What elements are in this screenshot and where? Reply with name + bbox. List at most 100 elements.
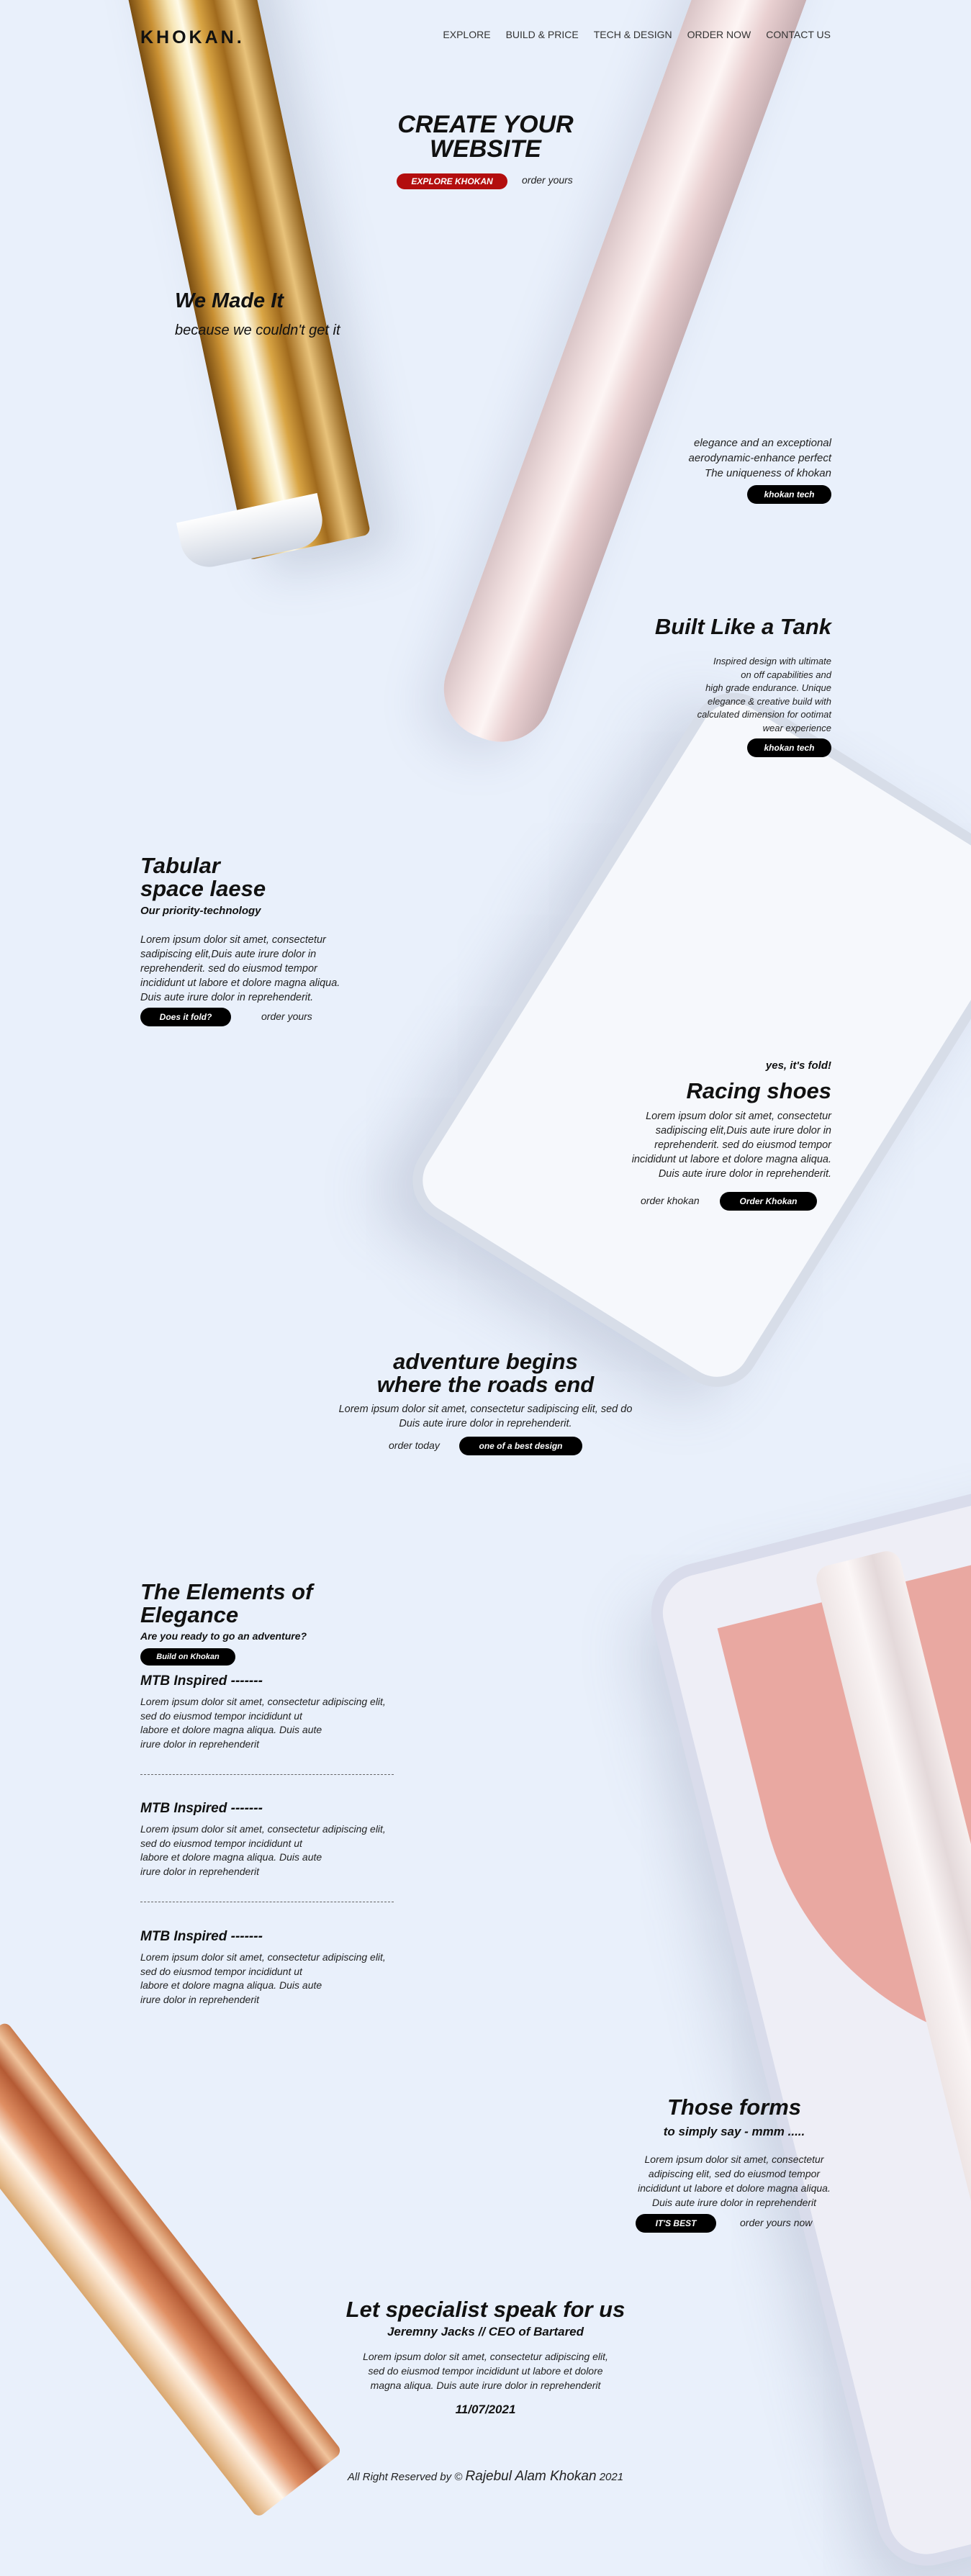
tank-title: Built Like a Tank	[654, 614, 831, 639]
tank-line: Inspired design with ultimate	[713, 656, 831, 666]
made-subtitle: because we couldn't get it	[175, 322, 340, 338]
explore-khokan-button[interactable]: EXPLORE KHOKAN	[397, 173, 507, 189]
elegance-line: The uniqueness of khokan	[705, 467, 831, 479]
mtb-line: sed do eiusmod tempor incididunt ut	[140, 1709, 302, 1722]
nav-item-build-price[interactable]: BUILD & PRICE	[506, 29, 579, 40]
tabular-title-line2: space laese	[140, 876, 266, 901]
nav-item-explore[interactable]: EXPLORE	[443, 29, 490, 40]
build-on-khokan-button[interactable]: Build on Khokan	[140, 1648, 235, 1666]
elegance-line: aerodynamic-enhance perfect	[688, 452, 831, 464]
main-nav: EXPLORE BUILD & PRICE TECH & DESIGN ORDE…	[443, 29, 831, 40]
mtb-text: Lorem ipsum dolor sit amet, consectetur …	[140, 1695, 386, 1751]
tabular-subtitle: Our priority-technology	[140, 905, 261, 917]
tabular-line: reprehenderit. sed do eiusmod tempor	[140, 963, 317, 975]
adventure-text: Lorem ipsum dolor sit amet, consectetur …	[0, 1402, 971, 1431]
footer-year: 2021	[599, 2471, 624, 2483]
khokan-tech-button[interactable]: khokan tech	[747, 485, 831, 504]
copper-pen-image	[0, 2020, 343, 2518]
footer-author[interactable]: Rajebul Alam Khokan	[466, 2469, 597, 2484]
mtb-heading: MTB Inspired -------	[140, 1673, 263, 1689]
tabular-line: Duis aute irure dolor in reprehenderit.	[140, 992, 314, 1003]
order-yours-now-link[interactable]: order yours now	[740, 2217, 812, 2228]
specialist-title: Let specialist speak for us	[346, 2297, 625, 2322]
forms-line: Duis aute irure dolor in reprehenderit	[651, 2197, 816, 2208]
mtb-heading: MTB Inspired -------	[140, 1801, 263, 1816]
tabular-title: Tabular space laese	[140, 854, 266, 900]
tabular-title-line1: Tabular	[140, 853, 220, 878]
tabular-text: Lorem ipsum dolor sit amet, consectetur …	[140, 933, 340, 1005]
adventure-line: Lorem ipsum dolor sit amet, consectetur …	[338, 1404, 633, 1415]
racing-line: reprehenderit. sed do eiusmod tempor	[654, 1139, 831, 1151]
logo[interactable]: KHOKAN.	[140, 27, 245, 48]
forms-line: incididunt ut labore et dolore magna ali…	[638, 2182, 831, 2194]
tabular-line: Lorem ipsum dolor sit amet, consectetur	[140, 934, 326, 946]
elements-title-line1: The Elements of	[140, 1579, 313, 1604]
forms-subtitle: to simply say - mmm .....	[663, 2125, 805, 2138]
mtb-line: Lorem ipsum dolor sit amet, consectetur …	[140, 1951, 386, 1963]
adventure-title-line1: adventure begins	[393, 1349, 578, 1374]
elegance-line: elegance and an exceptional	[694, 437, 831, 449]
tank-line: elegance & creative build with	[708, 695, 831, 707]
nav-item-order-now[interactable]: ORDER NOW	[687, 29, 751, 40]
mtb-text: Lorem ipsum dolor sit amet, consectetur …	[140, 1822, 386, 1879]
tabular-line: incididunt ut labore et dolore magna ali…	[140, 977, 340, 989]
forms-line: Lorem ipsum dolor sit amet, consectetur	[644, 2154, 824, 2165]
footer: All Right Reserved by © Rajebul Alam Kho…	[0, 2469, 971, 2485]
order-khokan-button[interactable]: Order Khokan	[720, 1192, 817, 1211]
tank-line: calculated dimension for ootimat	[697, 709, 831, 720]
its-best-button[interactable]: IT'S BEST	[636, 2214, 716, 2233]
specialist-quote: Lorem ipsum dolor sit amet, consectetur …	[0, 2349, 971, 2392]
racing-text: Lorem ipsum dolor sit amet, consectetur …	[632, 1109, 831, 1181]
forms-text: Lorem ipsum dolor sit amet, consectetur …	[619, 2152, 849, 2210]
quote-line: Lorem ipsum dolor sit amet, consectetur …	[363, 2351, 608, 2362]
specialist-date: 11/07/2021	[455, 2403, 516, 2416]
tank-text: Inspired design with ultimate on off cap…	[697, 655, 831, 735]
tank-line: on off capabilities and	[741, 669, 831, 680]
hero-title: CREATE YOUR WEBSITE	[0, 112, 971, 161]
elements-title-line2: Elegance	[140, 1602, 239, 1627]
hero-title-line2: WEBSITE	[430, 135, 541, 163]
forms-line: adipiscing elit, sed do eiusmod tempor	[648, 2168, 821, 2179]
quote-line: sed do eiusmod tempor incididunt ut labo…	[368, 2365, 603, 2377]
racing-line: sadipiscing elit,Duis aute irure dolor i…	[655, 1125, 831, 1136]
mtb-line: Lorem ipsum dolor sit amet, consectetur …	[140, 1696, 386, 1707]
does-it-fold-button[interactable]: Does it fold?	[140, 1008, 231, 1026]
elegance-text: elegance and an exceptional aerodynamic-…	[689, 435, 831, 481]
khokan-tech-button-2[interactable]: khokan tech	[747, 738, 831, 757]
adventure-title: adventure begins where the roads end	[0, 1350, 971, 1396]
forms-title: Those forms	[667, 2094, 802, 2120]
mtb-line: sed do eiusmod tempor incididunt ut	[140, 1965, 302, 1977]
mtb-line: Lorem ipsum dolor sit amet, consectetur …	[140, 1823, 386, 1835]
order-today-link[interactable]: order today	[389, 1440, 440, 1451]
racing-line: Duis aute irure dolor in reprehenderit.	[658, 1168, 831, 1180]
nav-item-tech-design[interactable]: TECH & DESIGN	[594, 29, 672, 40]
tablet-image	[396, 677, 971, 1404]
footer-prefix: All Right Reserved by ©	[347, 2471, 463, 2483]
order-khokan-link[interactable]: order khokan	[641, 1195, 700, 1206]
order-yours-link-2[interactable]: order yours	[261, 1011, 312, 1022]
best-design-button[interactable]: one of a best design	[459, 1437, 582, 1455]
divider	[140, 1774, 394, 1775]
tank-line: high grade endurance. Unique	[705, 682, 831, 693]
notebook-pink-cover	[717, 1506, 971, 2118]
mtb-text: Lorem ipsum dolor sit amet, consectetur …	[140, 1951, 386, 2007]
quote-line: magna aliqua. Duis aute irure dolor in r…	[370, 2380, 601, 2391]
racing-line: Lorem ipsum dolor sit amet, consectetur	[646, 1111, 831, 1122]
notebook-elastic-band	[813, 1547, 971, 2547]
mtb-line: irure dolor in reprehenderit	[140, 1737, 259, 1750]
adventure-line: Duis aute irure dolor in reprehenderit.	[399, 1418, 572, 1429]
elements-subtitle: Are you ready to go an adventure?	[140, 1630, 307, 1642]
racing-kicker: yes, it's fold!	[765, 1059, 831, 1072]
adventure-title-line2: where the roads end	[376, 1372, 595, 1397]
mtb-line: labore et dolore magna aliqua. Duis aute	[140, 1979, 322, 1991]
mtb-line: labore et dolore magna aliqua. Duis aute	[140, 1724, 322, 1735]
nav-item-contact-us[interactable]: CONTACT US	[766, 29, 831, 40]
mtb-line: labore et dolore magna aliqua. Duis aute	[140, 1851, 322, 1863]
gold-pen-image	[112, 0, 371, 561]
mtb-line: sed do eiusmod tempor incididunt ut	[140, 1837, 302, 1849]
gold-pen-cap-image	[176, 492, 328, 573]
order-yours-link[interactable]: order yours	[522, 174, 573, 186]
tabular-line: sadipiscing elit,Duis aute irure dolor i…	[140, 949, 317, 960]
mtb-heading: MTB Inspired -------	[140, 1929, 263, 1944]
elements-title: The Elements of Elegance	[140, 1581, 312, 1627]
